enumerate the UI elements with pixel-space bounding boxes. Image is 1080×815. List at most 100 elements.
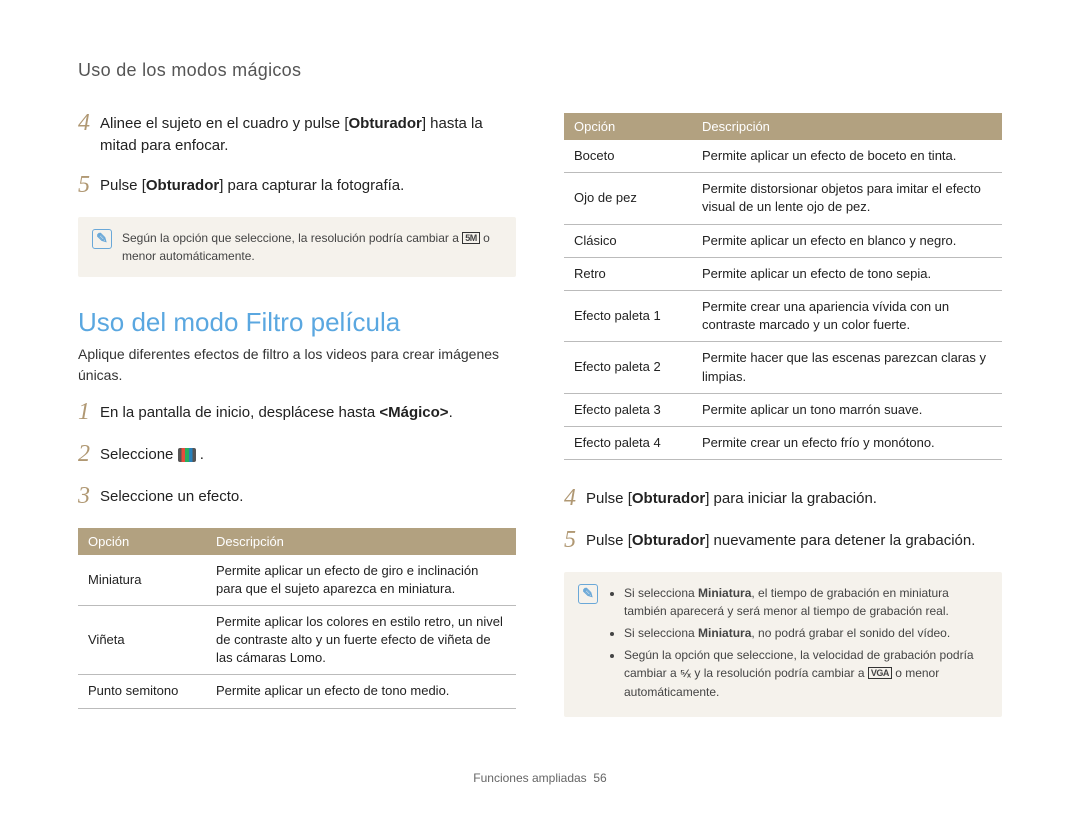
step-number: 5	[564, 528, 586, 552]
step-text: Seleccione .	[100, 444, 516, 466]
options-table-left: Opción Descripción MiniaturaPermite apli…	[78, 528, 516, 709]
step-4: 4 Pulse [Obturador] para iniciar la grab…	[564, 488, 1002, 512]
text: Seleccione	[100, 446, 178, 463]
page-footer: Funciones ampliadas 56	[0, 771, 1080, 785]
table-row: MiniaturaPermite aplicar un efecto de gi…	[78, 555, 516, 606]
step-number: 5	[78, 173, 100, 197]
right-column: Opción Descripción BocetoPermite aplicar…	[564, 113, 1002, 741]
option-cell: Boceto	[564, 140, 692, 173]
section-subtitle: Aplique diferentes efectos de filtro a l…	[78, 344, 516, 386]
note-content: Si selecciona Miniatura, el tiempo de gr…	[608, 584, 988, 705]
step-number: 3	[78, 484, 100, 508]
film-filter-icon	[178, 448, 196, 462]
step-1: 1 En la pantalla de inicio, desplácese h…	[78, 402, 516, 426]
section-title: Uso del modo Filtro película	[78, 307, 516, 338]
shutter-label: Obturador	[146, 177, 219, 194]
table-header-option: Opción	[78, 528, 206, 555]
table-row: BocetoPermite aplicar un efecto de bocet…	[564, 140, 1002, 173]
step-2: 2 Seleccione .	[78, 444, 516, 468]
desc-cell: Permite aplicar un efecto de tono sepia.	[692, 257, 1002, 290]
step-text: En la pantalla de inicio, desplácese has…	[100, 402, 516, 424]
option-cell: Viñeta	[78, 605, 206, 675]
option-cell: Ojo de pez	[564, 173, 692, 224]
text: En la pantalla de inicio, desplácese has…	[100, 404, 379, 421]
desc-cell: Permite aplicar un efecto de boceto en t…	[692, 140, 1002, 173]
bold: Miniatura	[698, 626, 751, 640]
step-text: Pulse [Obturador] para capturar la fotog…	[100, 175, 516, 197]
option-cell: Efecto paleta 1	[564, 290, 692, 341]
footer-page-number: 56	[593, 771, 606, 785]
step-number: 2	[78, 442, 100, 466]
text: ] nuevamente para detener la grabación.	[705, 532, 975, 549]
text: .	[449, 404, 453, 421]
option-cell: Efecto paleta 2	[564, 342, 692, 393]
text: y la resolución podría cambiar a	[691, 666, 868, 680]
step-3: 3 Seleccione un efecto.	[78, 486, 516, 510]
table-row: Efecto paleta 1Permite crear una aparien…	[564, 290, 1002, 341]
text: ] para iniciar la grabación.	[705, 490, 877, 507]
page: Uso de los modos mágicos 4 Alinee el suj…	[0, 0, 1080, 815]
step-text: Alinee el sujeto en el cuadro y pulse [O…	[100, 113, 516, 157]
table-header-description: Descripción	[206, 528, 516, 555]
table-row: Efecto paleta 2Permite hacer que las esc…	[564, 342, 1002, 393]
table-row: Efecto paleta 3Permite aplicar un tono m…	[564, 393, 1002, 426]
shutter-label: Obturador	[632, 532, 705, 549]
shutter-label: Obturador	[349, 115, 422, 132]
note-item: Si selecciona Miniatura, no podrá grabar…	[624, 624, 988, 642]
table-row: Ojo de pezPermite distorsionar objetos p…	[564, 173, 1002, 224]
step-4: 4 Alinee el sujeto en el cuadro y pulse …	[78, 113, 516, 157]
step-text: Pulse [Obturador] nuevamente para detene…	[586, 530, 1002, 552]
desc-cell: Permite aplicar un tono marrón suave.	[692, 393, 1002, 426]
desc-cell: Permite crear una apariencia vívida con …	[692, 290, 1002, 341]
option-cell: Punto semitono	[78, 675, 206, 708]
note-box: ✎ Según la opción que seleccione, la res…	[78, 217, 516, 277]
option-cell: Efecto paleta 3	[564, 393, 692, 426]
option-cell: Efecto paleta 4	[564, 426, 692, 459]
note-box: ✎ Si selecciona Miniatura, el tiempo de …	[564, 572, 1002, 717]
step-number: 4	[564, 486, 586, 510]
step-text: Pulse [Obturador] para iniciar la grabac…	[586, 488, 1002, 510]
text: Alinee el sujeto en el cuadro y pulse [	[100, 115, 349, 132]
left-column: 4 Alinee el sujeto en el cuadro y pulse …	[78, 113, 516, 741]
step-5: 5 Pulse [Obturador] nuevamente para dete…	[564, 530, 1002, 554]
text: ] para capturar la fotografía.	[219, 177, 404, 194]
step-number: 1	[78, 400, 100, 424]
table-row: RetroPermite aplicar un efecto de tono s…	[564, 257, 1002, 290]
text: Si selecciona	[624, 586, 698, 600]
page-header: Uso de los modos mágicos	[78, 60, 1002, 81]
note-item: Si selecciona Miniatura, el tiempo de gr…	[624, 584, 988, 620]
note-icon: ✎	[92, 229, 112, 249]
footer-label: Funciones ampliadas	[473, 771, 586, 785]
table-header-option: Opción	[564, 113, 692, 140]
text: , no podrá grabar el sonido del vídeo.	[751, 626, 950, 640]
desc-cell: Permite crear un efecto frío y monótono.	[692, 426, 1002, 459]
options-table-right: Opción Descripción BocetoPermite aplicar…	[564, 113, 1002, 460]
text: Si selecciona	[624, 626, 698, 640]
text: Pulse [	[586, 532, 632, 549]
desc-cell: Permite distorsionar objetos para imitar…	[692, 173, 1002, 224]
resolution-badge-icon: VGA	[868, 667, 892, 679]
note-icon: ✎	[578, 584, 598, 604]
step-text: Seleccione un efecto.	[100, 486, 516, 508]
shutter-label: Obturador	[632, 490, 705, 507]
table-row: ClásicoPermite aplicar un efecto en blan…	[564, 224, 1002, 257]
two-column-layout: 4 Alinee el sujeto en el cuadro y pulse …	[78, 113, 1002, 741]
desc-cell: Permite aplicar un efecto de tono medio.	[206, 675, 516, 708]
option-cell: Clásico	[564, 224, 692, 257]
step-5: 5 Pulse [Obturador] para capturar la fot…	[78, 175, 516, 199]
table-row: ViñetaPermite aplicar los colores en est…	[78, 605, 516, 675]
table-row: Punto semitonoPermite aplicar un efecto …	[78, 675, 516, 708]
note-item: Según la opción que seleccione, la veloc…	[624, 646, 988, 701]
option-cell: Miniatura	[78, 555, 206, 606]
speed-icon: ⁵⁄ₓ	[680, 666, 691, 683]
desc-cell: Permite aplicar un efecto en blanco y ne…	[692, 224, 1002, 257]
step-number: 4	[78, 111, 100, 135]
magic-label: <Mágico>	[379, 404, 448, 421]
table-row: Efecto paleta 4Permite crear un efecto f…	[564, 426, 1002, 459]
option-cell: Retro	[564, 257, 692, 290]
table-header-description: Descripción	[692, 113, 1002, 140]
desc-cell: Permite hacer que las escenas parezcan c…	[692, 342, 1002, 393]
text: Pulse [	[100, 177, 146, 194]
note-text: Según la opción que seleccione, la resol…	[122, 229, 502, 265]
text: Según la opción que seleccione, la resol…	[122, 231, 462, 245]
